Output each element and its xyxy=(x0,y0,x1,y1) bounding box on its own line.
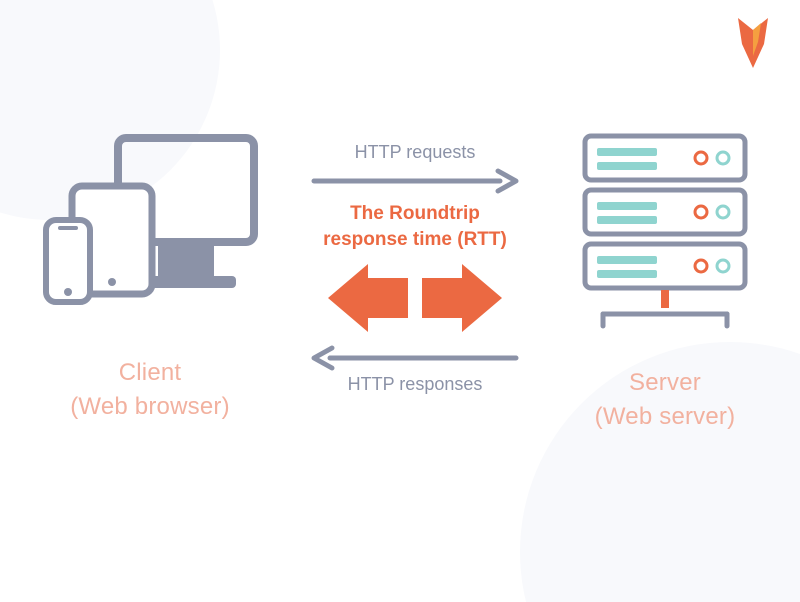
client-subtitle: (Web browser) xyxy=(70,393,230,420)
server-column: Server (Web server) xyxy=(550,130,780,433)
flow-column: HTTP requests The Roundtrip response tim… xyxy=(300,130,530,399)
client-devices-icon xyxy=(40,130,260,330)
rtt-line1: The Roundtrip xyxy=(350,203,480,224)
wp-rocket-logo-icon xyxy=(734,16,772,75)
http-requests-label: HTTP requests xyxy=(355,142,476,163)
arrow-right-icon xyxy=(310,167,520,195)
server-label: Server (Web server) xyxy=(595,366,736,433)
rtt-arrows-icon xyxy=(320,258,510,338)
client-label: Client (Web browser) xyxy=(70,356,230,423)
client-column: Client (Web browser) xyxy=(20,130,280,423)
client-title: Client xyxy=(119,359,182,386)
server-subtitle: (Web server) xyxy=(595,403,736,430)
http-responses-label: HTTP responses xyxy=(348,374,483,395)
arrow-left-icon xyxy=(310,344,520,372)
rtt-label: The Roundtrip response time (RTT) xyxy=(323,201,507,252)
server-rack-icon xyxy=(575,130,755,340)
rtt-diagram: Client (Web browser) HTTP requests The R… xyxy=(0,130,800,433)
rtt-line2: response time (RTT) xyxy=(323,229,507,250)
server-title: Server xyxy=(629,369,701,396)
